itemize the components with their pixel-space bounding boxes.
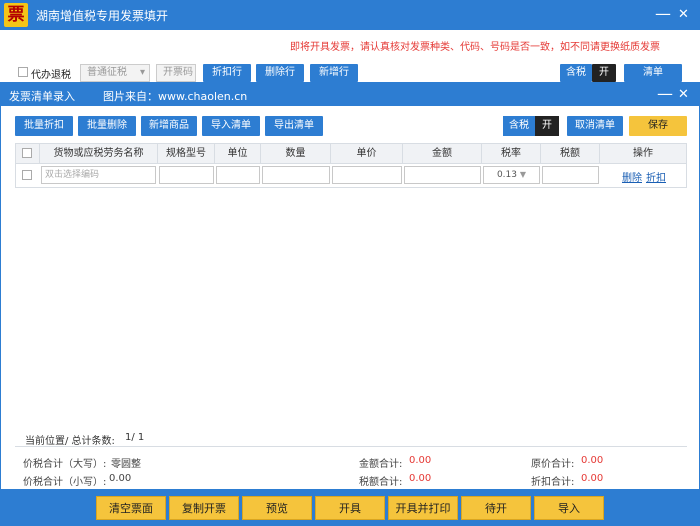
save-button[interactable]: 保存 (629, 116, 687, 136)
tax-amount-input[interactable] (542, 166, 599, 184)
issue-and-print-button[interactable]: 开具并打印 (388, 496, 458, 520)
header-select-all[interactable] (16, 144, 40, 163)
delete-row-button[interactable]: 删除行 (256, 64, 304, 82)
amount-total-label: 金额合计: (359, 459, 403, 470)
col-tax-rate: 税率 (482, 144, 541, 163)
amount-total-value: 0.00 (409, 455, 432, 466)
cancel-list-button[interactable]: 取消清单 (567, 116, 623, 136)
col-tax-amount: 税额 (541, 144, 600, 163)
open-code-field[interactable]: 开票码 (156, 64, 196, 82)
total-upper-value: 零圆整 (111, 459, 141, 470)
col-spec: 规格型号 (158, 144, 215, 163)
dialog-close-icon[interactable]: ✕ (678, 87, 689, 103)
tax-total-value: 0.00 (409, 473, 432, 484)
action-bar: 清空票面 复制开票 预览 开具 开具并打印 待开 导入 (0, 489, 700, 526)
outer-toolbar: 代办退税 普通征税 ▾ 开票码 折扣行 删除行 新增行 含税 开 清单 (0, 62, 700, 82)
invoice-list-dialog: 发票清单录入 图片来自：www.chaolen.cn — ✕ 批量折扣 批量删除… (0, 82, 700, 526)
issue-button[interactable]: 开具 (315, 496, 385, 520)
dialog-title: 发票清单录入 (9, 90, 75, 103)
batch-discount-button[interactable]: 批量折扣 (15, 116, 73, 136)
import-button[interactable]: 导入 (534, 496, 604, 520)
dialog-title-bar: 发票清单录入 图片来自：www.chaolen.cn — ✕ (1, 83, 699, 106)
app-logo-icon: 票 (4, 3, 28, 27)
tax-toggle-label: 含税 (503, 116, 535, 136)
invoice-type-value: 普通征税 (87, 67, 127, 78)
total-lower-label: 价税合计（小写）: (23, 477, 107, 488)
discount-total-label: 折扣合计: (531, 477, 575, 488)
orig-total-label: 原价合计: (531, 459, 575, 470)
copy-invoice-button[interactable]: 复制开票 (169, 496, 239, 520)
invoice-type-select[interactable]: 普通征税 ▾ (80, 64, 150, 82)
outer-tax-toggle-state[interactable]: 开 (592, 64, 616, 82)
window-title: 湖南增值税专用发票填开 (36, 9, 169, 23)
discount-total-value: 0.00 (581, 473, 604, 484)
clear-invoice-button[interactable]: 清空票面 (96, 496, 166, 520)
list-button[interactable]: 清单 (624, 64, 682, 82)
status-bar: 当前位置/ 总计条数: 1/ 1 (15, 431, 687, 447)
location-value: 1/ 1 (125, 432, 145, 443)
close-icon[interactable]: ✕ (678, 7, 689, 23)
dialog-source-text: 图片来自：www.chaolen.cn (103, 90, 248, 103)
add-product-button[interactable]: 新增商品 (141, 116, 197, 136)
table-row: 双击选择编码 0.13 ▼ 删除 折扣 (15, 164, 687, 188)
notice-bar: 即将开具发票，请认真核对发票种类、代码、号码是否一致，如不同请更换纸质发票 (0, 30, 700, 62)
add-row-button[interactable]: 新增行 (310, 64, 358, 82)
discount-row-link[interactable]: 折扣 (646, 169, 666, 184)
discount-row-button[interactable]: 折扣行 (203, 64, 251, 82)
dialog-minimize-icon[interactable]: — (657, 86, 673, 102)
import-list-button[interactable]: 导入清单 (202, 116, 260, 136)
spec-input[interactable] (159, 166, 214, 184)
minimize-icon[interactable]: — (655, 6, 671, 22)
table-header: 货物或应税劳务名称 规格型号 单位 数量 单价 金额 税率 税额 操作 (15, 143, 687, 164)
chevron-down-icon: ▾ (139, 67, 145, 78)
location-label: 当前位置/ 总计条数: (25, 436, 115, 447)
amount-input[interactable] (404, 166, 481, 184)
preview-button[interactable]: 预览 (242, 496, 312, 520)
col-actions: 操作 (633, 148, 653, 159)
orig-total-value: 0.00 (581, 455, 604, 466)
row-checkbox[interactable] (22, 170, 32, 180)
col-unit-price: 单价 (331, 144, 403, 163)
export-list-button[interactable]: 导出清单 (265, 116, 323, 136)
col-quantity: 数量 (261, 144, 331, 163)
tax-rate-value: 0.13 (496, 170, 517, 180)
batch-delete-button[interactable]: 批量删除 (78, 116, 136, 136)
quantity-input[interactable] (262, 166, 330, 184)
app-title-bar: 票 湖南增值税专用发票填开 — ✕ (0, 0, 700, 30)
tax-included-toggle[interactable]: 含税 开 (503, 116, 559, 136)
tax-rate-select[interactable]: 0.13 ▼ (483, 166, 540, 184)
total-lower-value: 0.00 (109, 473, 132, 484)
unit-price-input[interactable] (332, 166, 402, 184)
agent-label: 代办退税 (31, 70, 71, 81)
col-amount: 金额 (403, 144, 482, 163)
delete-row-link[interactable]: 删除 (622, 169, 642, 184)
goods-name-input[interactable]: 双击选择编码 (41, 166, 156, 184)
col-goods-name: 货物或应税劳务名称 (40, 144, 158, 163)
chevron-down-icon: ▼ (519, 170, 527, 179)
total-upper-label: 价税合计（大写）: (23, 459, 107, 470)
notice-text: 即将开具发票，请认真核对发票种类、代码、号码是否一致，如不同请更换纸质发票 (290, 42, 660, 53)
agent-checkbox[interactable] (18, 67, 28, 77)
unit-input[interactable] (216, 166, 260, 184)
tax-toggle-state: 开 (535, 116, 559, 136)
outer-tax-toggle-label[interactable]: 含税 (560, 64, 592, 82)
pending-button[interactable]: 待开 (461, 496, 531, 520)
col-unit: 单位 (215, 144, 261, 163)
select-all-checkbox[interactable] (22, 148, 32, 158)
tax-total-label: 税额合计: (359, 477, 403, 488)
